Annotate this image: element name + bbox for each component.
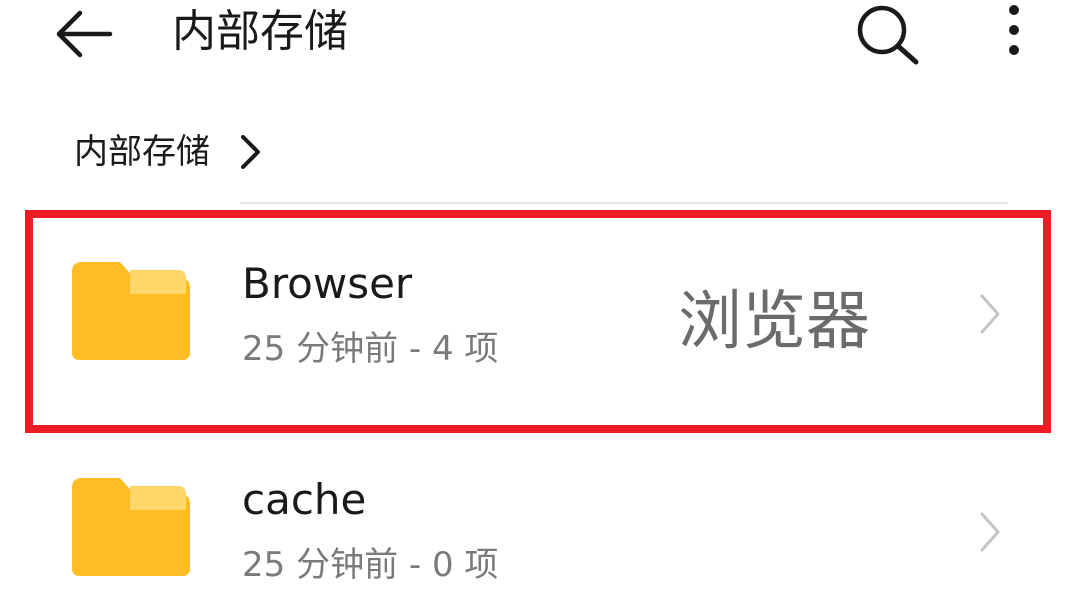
file-manager-screen: 内部存储 内部存储 Browser 25 分钟前 - 4 项 浏览器 cache…	[0, 0, 1073, 611]
back-button[interactable]	[50, 6, 116, 62]
chevron-right-icon	[980, 512, 1000, 552]
folder-row-cache[interactable]: cache 25 分钟前 - 0 项	[0, 436, 1073, 611]
page-title: 内部存储	[172, 6, 348, 57]
folder-meta: 25 分钟前 - 4 项	[242, 329, 499, 369]
more-vertical-icon	[1009, 5, 1019, 55]
app-bar: 内部存储	[0, 0, 1073, 70]
chevron-right-icon	[980, 294, 1000, 334]
search-button[interactable]	[852, 2, 924, 66]
search-icon	[857, 5, 919, 65]
more-options-button[interactable]	[996, 0, 1032, 64]
folder-icon	[72, 478, 190, 576]
breadcrumb[interactable]: 内部存储	[74, 128, 264, 176]
folder-meta: 25 分钟前 - 0 项	[242, 545, 499, 585]
chevron-right-icon	[241, 135, 260, 169]
arrow-left-icon	[56, 10, 113, 58]
folder-icon	[72, 262, 190, 360]
breadcrumb-item-internal-storage[interactable]: 内部存储	[74, 128, 210, 176]
folder-name: cache	[242, 475, 367, 524]
divider	[240, 202, 1008, 204]
annotation-label: 浏览器	[678, 285, 870, 359]
folder-name: Browser	[242, 259, 413, 308]
folder-row-browser[interactable]: Browser 25 分钟前 - 4 项 浏览器	[0, 210, 1073, 425]
